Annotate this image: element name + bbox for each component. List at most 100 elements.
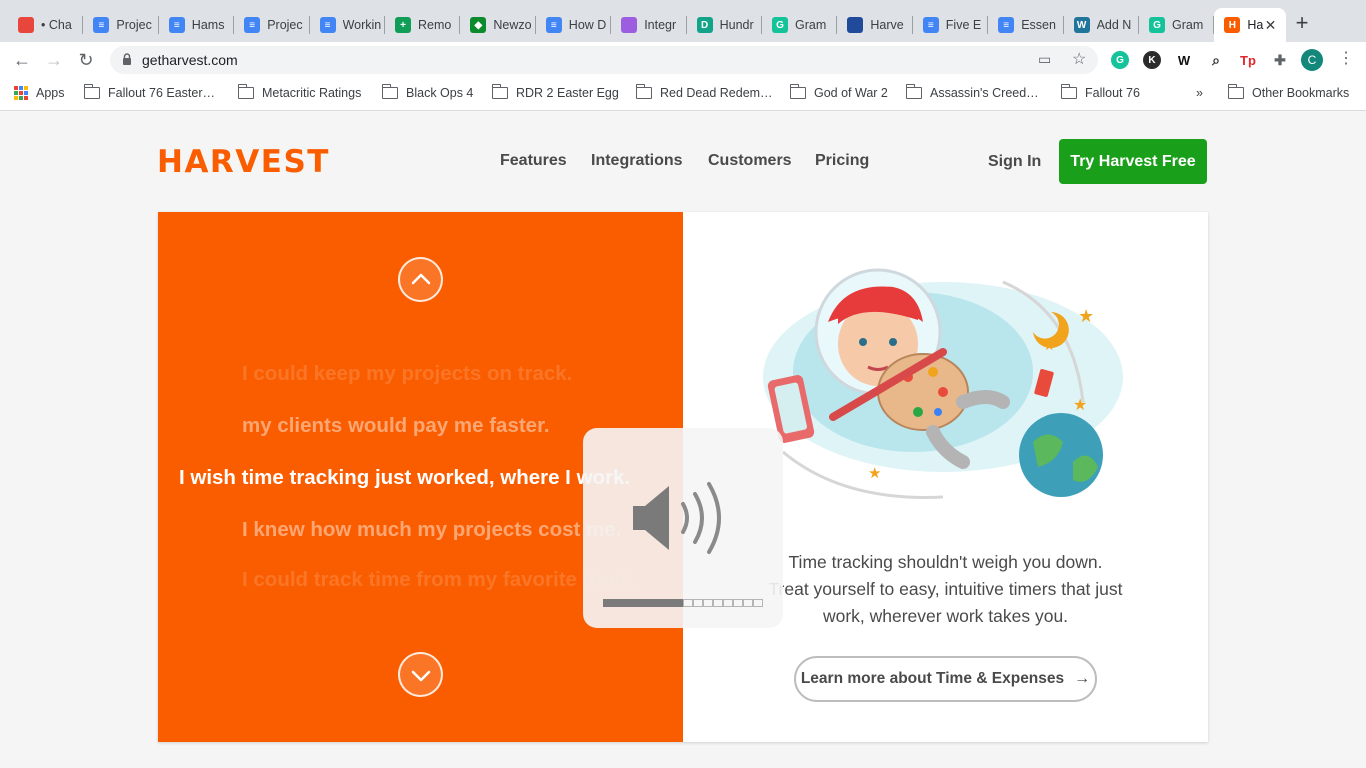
wordpress-icon: W — [1073, 17, 1090, 33]
browser-tab[interactable]: G Gram — [1139, 8, 1215, 42]
volume-level-bar — [603, 599, 763, 607]
browser-tab[interactable]: ≡ Workin — [310, 8, 385, 42]
folder-icon — [905, 84, 922, 99]
browser-tab[interactable]: ≡ Hams — [159, 8, 235, 42]
tab-title: Workin — [342, 18, 382, 32]
nav-customers[interactable]: Customers — [708, 152, 792, 170]
bookmark-item[interactable]: God of War 2 — [789, 84, 888, 100]
newzoo-icon: ◆ — [470, 17, 487, 33]
profile-avatar[interactable]: C — [1301, 49, 1323, 71]
bookmark-item[interactable]: Fallout 76 Easter… — [83, 84, 215, 100]
docs-icon: ≡ — [319, 17, 336, 33]
folder-icon — [1060, 84, 1077, 99]
star-icon: ★ — [1073, 397, 1087, 414]
back-icon[interactable]: ← — [10, 48, 34, 72]
new-tab-icon[interactable]: + — [1290, 12, 1314, 36]
extensions-puzzle-icon[interactable]: ✚ — [1271, 51, 1289, 69]
browser-tab[interactable]: ≡ How D — [536, 8, 612, 42]
volume-segment — [653, 599, 663, 607]
browser-tab[interactable]: ≡ Essen — [988, 8, 1064, 42]
reload-icon[interactable]: ↻ — [74, 48, 98, 72]
harvest-page: HARVEST Features Integrations Customers … — [0, 112, 1366, 768]
bookmark-item[interactable]: Fallout 76 — [1060, 84, 1140, 100]
nav-integrations[interactable]: Integrations — [591, 152, 683, 170]
grammarly-icon: G — [1149, 17, 1165, 33]
tp-extension-icon[interactable]: Tp — [1239, 51, 1257, 69]
tab-title: Hams — [191, 18, 225, 32]
asana-icon — [18, 17, 34, 33]
tab-title: Essen — [1021, 18, 1056, 32]
carousel-down-button[interactable] — [398, 652, 443, 697]
folder-icon — [237, 84, 254, 99]
tab-title: How D — [568, 18, 607, 32]
browser-tab[interactable]: G Gram — [762, 8, 838, 42]
bookmark-item[interactable]: Assassin's Creed… — [905, 84, 1039, 100]
bookmarks-bar: Apps » Other Bookmarks Fallout 76 Easter… — [0, 78, 1366, 111]
volume-segment — [723, 599, 733, 607]
bookmark-apps[interactable]: Apps — [14, 86, 65, 100]
browser-menu-icon[interactable]: ⋮ — [1338, 48, 1354, 68]
d-icon: D — [696, 17, 713, 33]
folder-icon — [381, 84, 398, 99]
tab-title: Projec — [267, 18, 303, 32]
docs-icon: ≡ — [93, 17, 110, 33]
carousel-up-button[interactable] — [398, 257, 443, 302]
browser-tab[interactable]: ≡ Five E — [913, 8, 989, 42]
docs-icon: ≡ — [244, 17, 261, 33]
browser-toolbar: ← → ↻ getharvest.com ▭ ☆ G K W ⌕ Tp ✚ C … — [0, 42, 1366, 78]
close-tab-icon[interactable]: ✕ — [1265, 17, 1277, 34]
k-extension-icon[interactable]: K — [1143, 51, 1161, 69]
volume-segment — [603, 599, 613, 607]
browser-tab[interactable]: ≡ Projec — [234, 8, 310, 42]
tab-title: Remo — [418, 18, 452, 32]
browser-tab[interactable]: + Remo — [385, 8, 461, 42]
star-icon: ★ — [1078, 306, 1094, 326]
chevron-up-icon — [411, 273, 431, 285]
w-extension-icon[interactable]: W — [1175, 51, 1193, 69]
browser-tab[interactable]: ≡ Projec — [83, 8, 159, 42]
volume-segment — [623, 599, 633, 607]
nav-features[interactable]: Features — [500, 152, 567, 170]
folder-icon — [789, 84, 806, 99]
docs-icon: ≡ — [998, 17, 1015, 33]
browser-tab[interactable]: D Hundr — [687, 8, 762, 42]
tab-title: Gram — [795, 18, 827, 32]
cast-icon[interactable]: ▭ — [1038, 51, 1051, 68]
learn-more-time-expenses-button[interactable]: Learn more about Time & Expenses → — [794, 656, 1097, 702]
sign-in-link[interactable]: Sign In — [988, 153, 1041, 171]
more-bookmarks-chevron[interactable]: » — [1196, 86, 1203, 100]
forward-icon[interactable]: → — [42, 48, 66, 72]
bookmark-item[interactable]: Metacritic Ratings — [237, 84, 361, 100]
volume-segment — [633, 599, 643, 607]
bookmark-item[interactable]: Red Dead Redem… — [635, 84, 773, 100]
harvest-logo[interactable]: HARVEST — [157, 144, 330, 180]
browser-tab[interactable]: Integr — [611, 8, 687, 42]
volume-segment — [753, 599, 763, 607]
search-extension-icon[interactable]: ⌕ — [1207, 51, 1225, 69]
volume-segment — [733, 599, 743, 607]
grammarly-extension-icon[interactable]: G — [1111, 51, 1129, 69]
browser-tab[interactable]: Harve — [837, 8, 913, 42]
folder-icon — [83, 84, 100, 99]
tab-title: Gram — [1172, 18, 1204, 32]
try-harvest-free-button[interactable]: Try Harvest Free — [1059, 139, 1207, 184]
bookmark-other-bookmarks[interactable]: Other Bookmarks — [1227, 84, 1349, 100]
volume-segment — [713, 599, 723, 607]
address-bar[interactable]: getharvest.com ▭ ☆ — [110, 46, 1098, 74]
tab-title: Harve — [870, 18, 904, 32]
browser-tab[interactable]: H Ha ✕ — [1214, 8, 1287, 42]
browser-tab[interactable]: • Cha — [8, 8, 84, 42]
nav-pricing[interactable]: Pricing — [815, 152, 869, 170]
docs-icon: ≡ — [545, 17, 562, 33]
browser-tab[interactable]: ◆ Newzo — [460, 8, 536, 42]
bookmark-item[interactable]: RDR 2 Easter Egg — [491, 84, 619, 100]
tab-title: • Cha — [41, 18, 72, 32]
volume-segment — [693, 599, 703, 607]
bookmark-item[interactable]: Black Ops 4 — [381, 84, 473, 100]
folder-icon — [491, 84, 508, 99]
browser-tab[interactable]: W Add N — [1064, 8, 1139, 42]
bookmark-star-icon[interactable]: ☆ — [1072, 49, 1086, 69]
tab-strip: • Cha ≡ Projec ≡ Hams ≡ Projec ≡ Workin + Remo ◆ New… — [0, 0, 1366, 42]
star-icon: ★ — [1043, 337, 1056, 353]
sheets-icon: + — [395, 17, 411, 33]
